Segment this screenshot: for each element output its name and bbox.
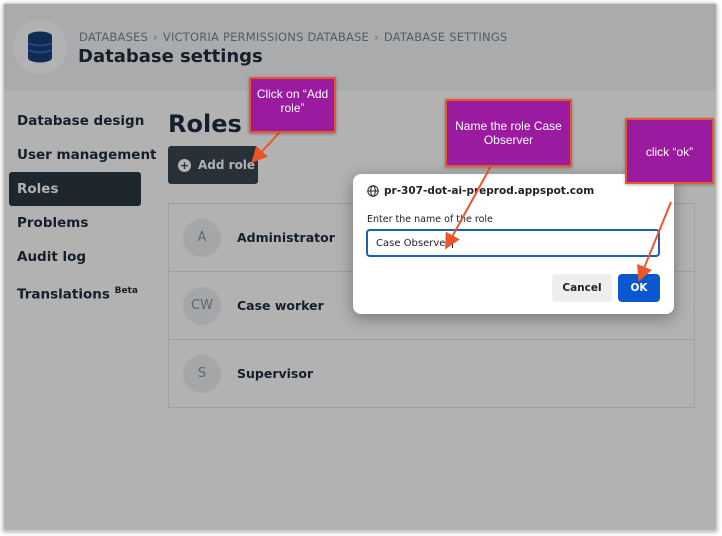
callout-name-role: Name the role Case Observer (445, 99, 572, 167)
arrow-to-add-role (251, 131, 281, 163)
callout-add-role: Click on “Add role” (249, 77, 336, 133)
annotation-arrows (251, 131, 672, 282)
arrow-to-ok (637, 201, 672, 282)
callout-click-ok: click “ok” (625, 118, 714, 184)
arrow-to-input (445, 165, 492, 250)
screenshot-frame: DATABASES › VICTORIA PERMISSIONS DATABASE ›… (3, 3, 717, 531)
